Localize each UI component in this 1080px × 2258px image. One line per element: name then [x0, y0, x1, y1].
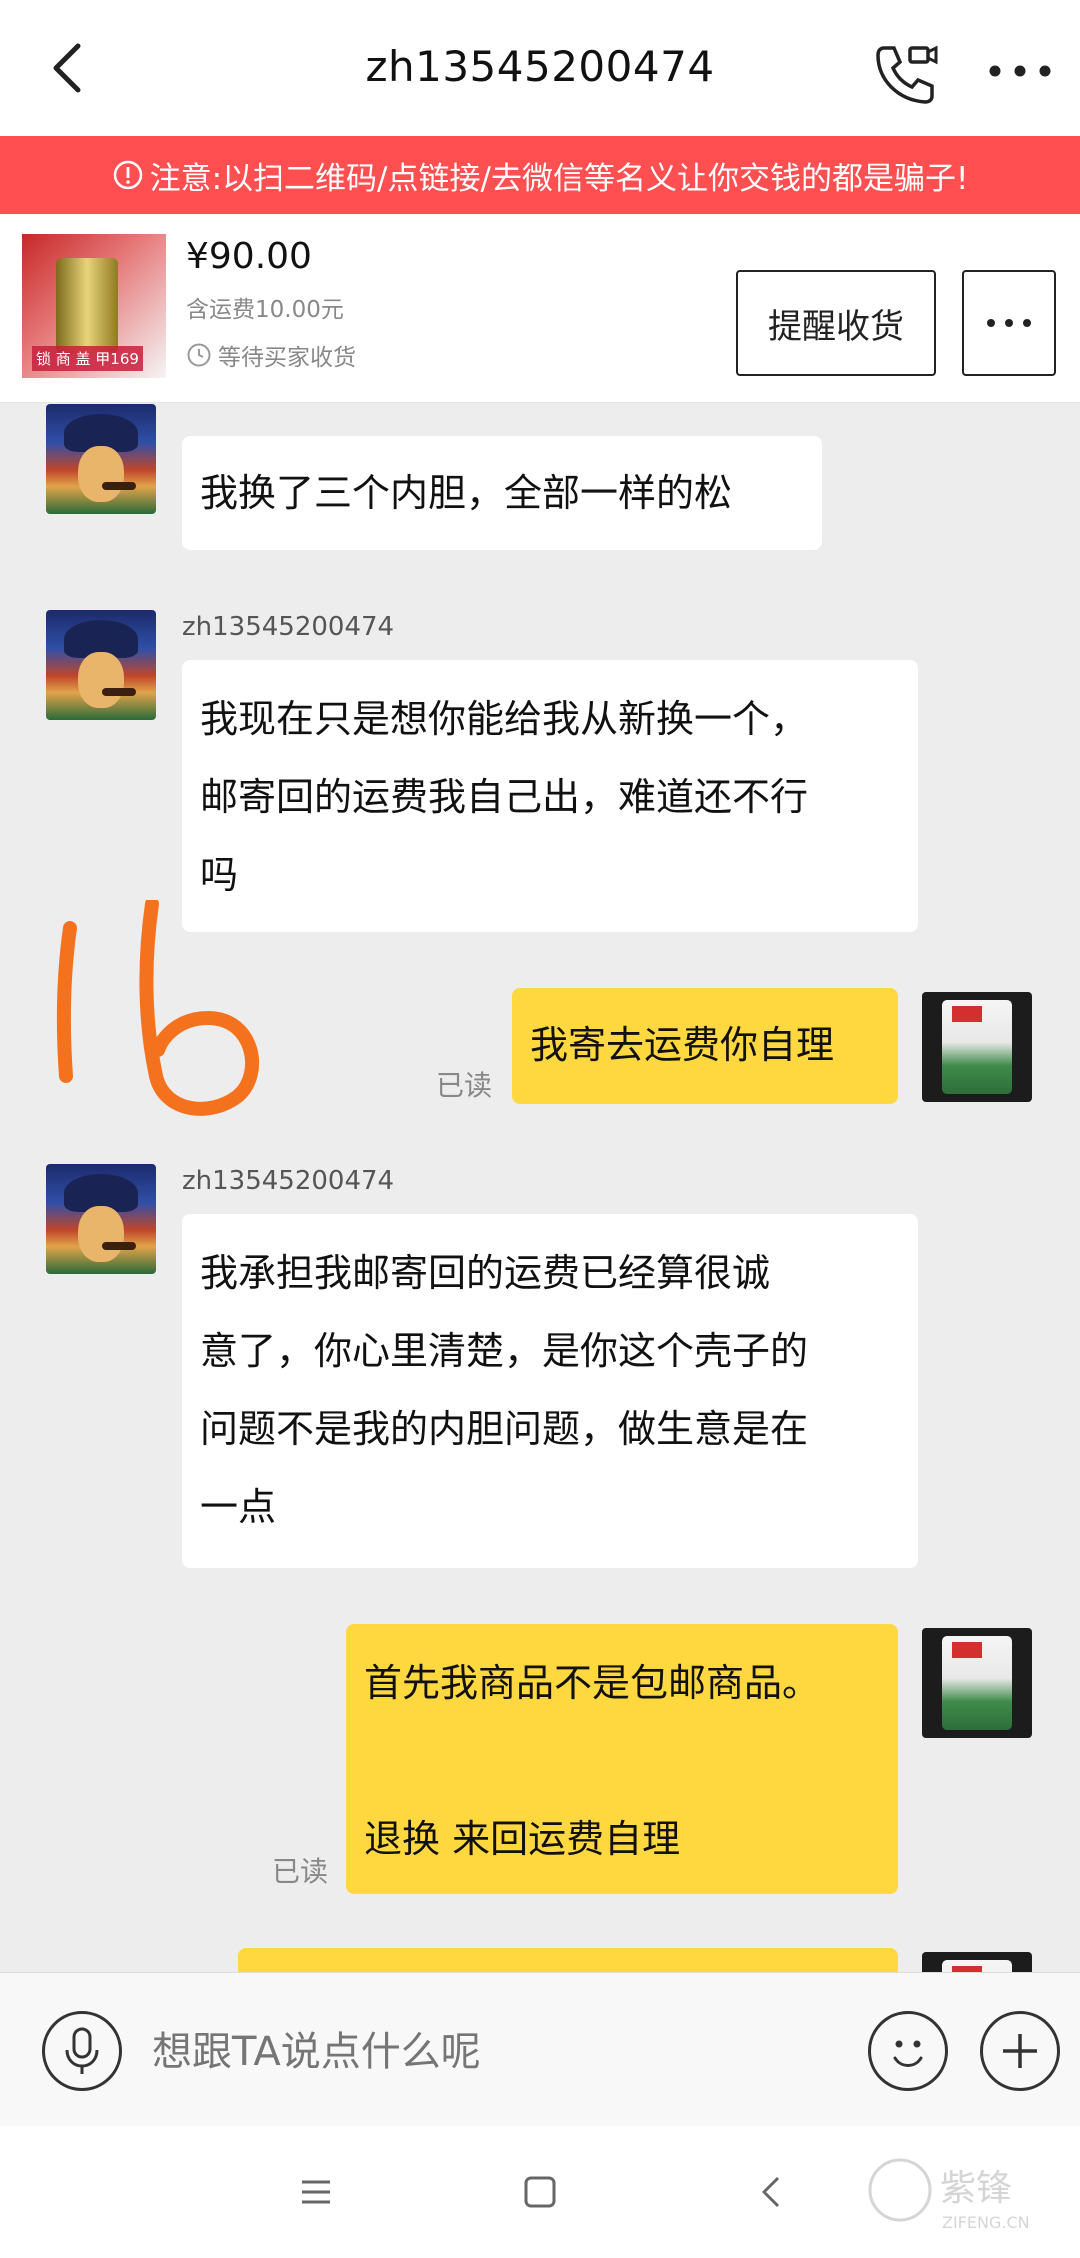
- order-status-text: 等待买家收货: [218, 345, 356, 371]
- more-horizontal-icon[interactable]: [985, 56, 1055, 86]
- watermark-text: 紫锋: [940, 2168, 1012, 2209]
- avatar[interactable]: [922, 1952, 1032, 1972]
- order-status: 等待买家收货: [186, 338, 356, 372]
- order-price: ¥90.00: [186, 236, 312, 277]
- top-bar: zh13545200474: [0, 0, 1080, 136]
- fraud-warning-banner: 注意:以扫二维码/点链接/去微信等名义让你交钱的都是骗子!: [0, 136, 1080, 214]
- recent-apps-icon[interactable]: [296, 2172, 336, 2212]
- message-input-bar: [0, 1972, 1080, 2127]
- home-icon[interactable]: [520, 2172, 560, 2212]
- back-icon[interactable]: [752, 2172, 792, 2212]
- avatar[interactable]: [46, 1164, 156, 1274]
- order-more-button[interactable]: [962, 270, 1056, 376]
- microphone-icon: [65, 2027, 99, 2074]
- shipping-fee: 含运费10.00元: [186, 297, 344, 323]
- microphone-button[interactable]: [42, 2011, 122, 2091]
- more-horizontal-icon: [987, 319, 1031, 327]
- sender-name: zh13545200474: [182, 612, 395, 642]
- add-attachment-button[interactable]: [980, 2011, 1060, 2091]
- message-bubble[interactable]: 我换了三个内胆，全部一样的松: [182, 436, 822, 550]
- avatar[interactable]: [46, 610, 156, 720]
- alert-circle-icon: [113, 160, 142, 190]
- avatar[interactable]: [922, 1628, 1032, 1738]
- watermark: 紫锋 ZIFENG.CN: [860, 2150, 1060, 2240]
- message-bubble[interactable]: 我承担我邮寄回的运费已经算很诚 意了，你心里清楚，是你这个壳子的 问题不是我的内…: [182, 1214, 918, 1568]
- avatar[interactable]: [922, 992, 1032, 1102]
- lighter-image: [56, 258, 118, 354]
- message-bubble[interactable]: 首先我商品不是包邮商品。 退换 来回运费自理: [346, 1624, 898, 1894]
- message-input[interactable]: [150, 2011, 854, 2093]
- remind-receipt-button[interactable]: 提醒收货: [736, 270, 936, 376]
- read-receipt: 已读: [272, 1855, 329, 1888]
- emoji-button[interactable]: [868, 2011, 948, 2091]
- message-bubble-partial[interactable]: [238, 1948, 898, 1972]
- smiley-icon: [893, 2040, 923, 2067]
- warning-text: 注意:以扫二维码/点链接/去微信等名义让你交钱的都是骗子!: [149, 160, 969, 197]
- plus-icon: [1003, 2034, 1037, 2068]
- phone-video-icon[interactable]: [870, 38, 940, 108]
- clock-icon: [187, 343, 211, 367]
- watermark-subtext: ZIFENG.CN: [942, 2213, 1030, 2232]
- message-bubble[interactable]: 我寄去运费你自理: [512, 988, 898, 1104]
- thumbnail-caption: 锁 商 盖 甲169: [32, 346, 143, 371]
- system-nav-bar: 紫锋 ZIFENG.CN: [0, 2126, 1080, 2258]
- product-thumbnail[interactable]: 锁 商 盖 甲169: [22, 234, 166, 378]
- read-receipt: 已读: [436, 1069, 493, 1102]
- order-card: 锁 商 盖 甲169 ¥90.00 含运费10.00元 等待买家收货 提醒收货: [0, 214, 1080, 403]
- sender-name: zh13545200474: [182, 1166, 395, 1196]
- watermark-logo-icon: 紫锋 ZIFENG.CN: [868, 2158, 1030, 2232]
- avatar[interactable]: [46, 404, 156, 514]
- chat-messages[interactable]: 我换了三个内胆，全部一样的松 zh13545200474 我现在只是想你能给我从…: [0, 402, 1080, 1972]
- message-bubble[interactable]: 我现在只是想你能给我从新换一个， 邮寄回的运费我自己出，难道还不行 吗: [182, 660, 918, 932]
